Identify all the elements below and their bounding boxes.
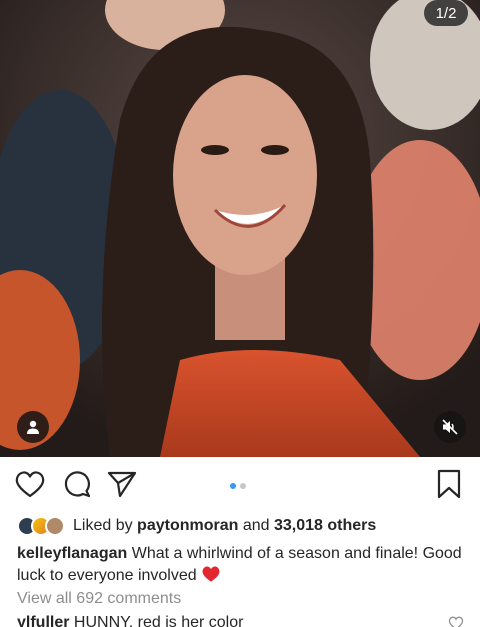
paper-plane-icon [107, 471, 137, 498]
view-all-comments-link[interactable]: View all 692 comments [17, 590, 181, 608]
caption-username[interactable]: kelleyflanagan [17, 545, 127, 562]
heart-outline-icon [15, 471, 45, 498]
save-button[interactable] [433, 466, 465, 502]
liker-username[interactable]: paytonmoran [137, 517, 238, 535]
like-button[interactable] [14, 466, 46, 502]
carousel-dot-active [230, 483, 236, 489]
carousel-counter: 1/2 [424, 0, 468, 26]
post-caption: kelleyflanagan What a whirlwind of a sea… [17, 543, 467, 590]
post-media[interactable]: 1/2 [0, 0, 480, 457]
carousel-dot [240, 483, 246, 489]
likes-prefix: Liked by [73, 517, 133, 534]
comment-button[interactable] [61, 466, 93, 502]
comment-username[interactable]: ylfuller [17, 614, 69, 627]
bookmark-icon [437, 469, 461, 499]
liker-avatars [17, 516, 65, 536]
likes-connector: and [242, 517, 270, 534]
avatar [45, 516, 65, 536]
comment-row: ylfuller HUNNY, red is her color [17, 614, 447, 627]
likes-count[interactable]: 33,018 others [274, 517, 376, 535]
comment-like-heart-icon[interactable] [448, 616, 464, 627]
post-photo [0, 0, 480, 457]
share-button[interactable] [106, 466, 138, 502]
carousel-indicator [230, 483, 246, 489]
tagged-people-button[interactable] [17, 411, 49, 443]
muted-speaker-icon [442, 419, 458, 435]
comment-bubble-icon [64, 471, 91, 498]
red-heart-emoji [201, 565, 221, 590]
comment-text: HUNNY, red is her color [73, 614, 244, 627]
mute-button[interactable] [434, 411, 466, 443]
likes-summary[interactable]: Liked by paytonmoran and 33,018 others [17, 514, 376, 538]
person-icon [27, 420, 39, 434]
